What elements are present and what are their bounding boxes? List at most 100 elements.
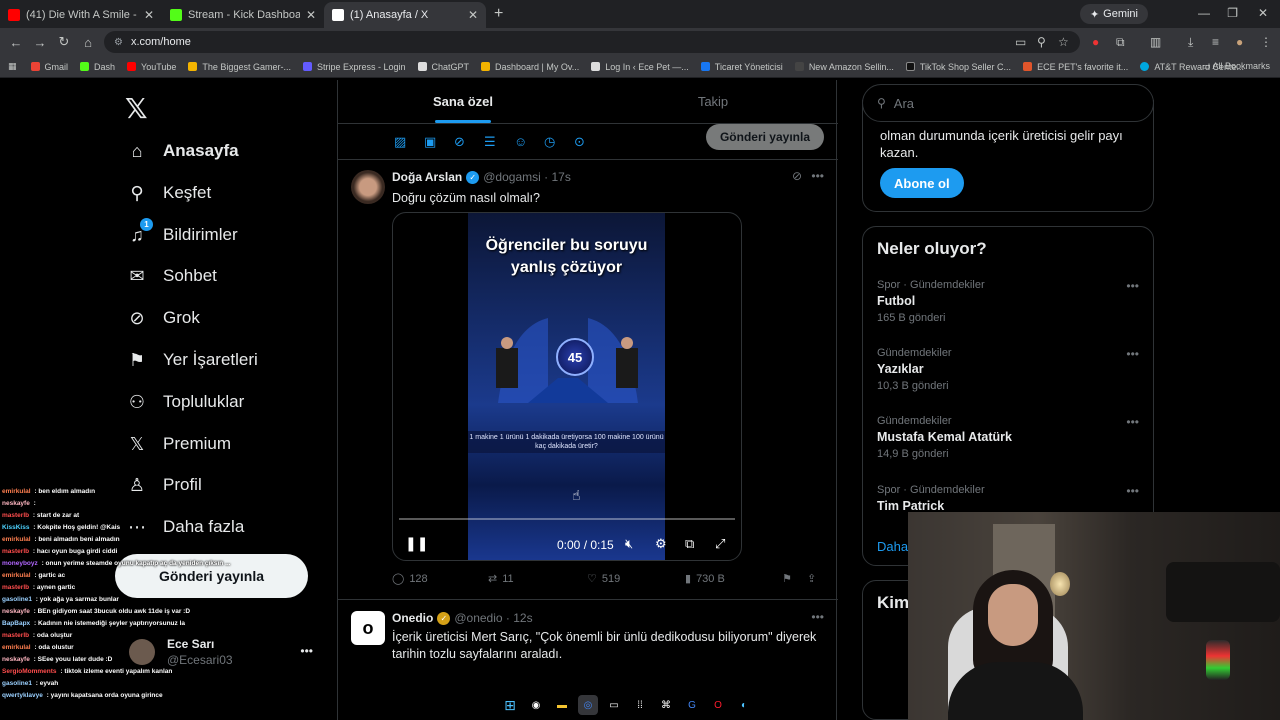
trend-item[interactable]: Gündemdekiler Mustafa Kemal Atatürk 14,9… — [877, 415, 1147, 460]
chat-username[interactable]: masterlb — [2, 512, 29, 519]
chat-username[interactable]: gasoline1 — [2, 596, 32, 603]
chat-username[interactable]: moneyboyz — [2, 560, 38, 567]
more-dots-icon[interactable]: ••• — [1126, 279, 1139, 293]
close-tab-icon[interactable]: ✕ — [306, 8, 316, 22]
subscribe-button[interactable]: Abone ol — [880, 168, 964, 198]
tab-for-you[interactable]: Sana özel — [338, 80, 588, 123]
bookmark-amazon[interactable]: New Amazon Sellin... — [794, 62, 894, 72]
back-icon[interactable]: ← — [4, 35, 28, 50]
browser-tab-youtube[interactable]: (41) Die With A Smile - Lady Ga ✕ — [0, 2, 162, 28]
bookmark-ecepet[interactable]: ECE PET's favorite it... — [1023, 62, 1128, 72]
zoom-icon[interactable]: ⚲ — [1037, 35, 1046, 49]
bookmark-ticaret[interactable]: Ticaret Yöneticisi — [700, 62, 783, 72]
views-button[interactable]: ▮ 730 B — [685, 572, 725, 586]
more-dots-icon[interactable]: ••• — [300, 644, 313, 658]
chat-username[interactable]: masterlb — [2, 584, 29, 591]
close-tab-icon[interactable]: ✕ — [144, 8, 154, 22]
file-explorer-icon[interactable]: ▬ — [552, 695, 572, 715]
schedule-icon[interactable]: ◷ — [544, 134, 555, 150]
bookmark-dash[interactable]: Dash — [80, 62, 115, 72]
chrome-icon[interactable]: ◎ — [578, 695, 598, 715]
nav-bookmarks[interactable]: ⚑ Yer İşaretleri — [125, 345, 258, 375]
like-button[interactable]: ♡ 519 — [587, 572, 620, 586]
share-icon[interactable]: ⇪ — [807, 572, 816, 585]
profile-avatar-icon[interactable]: ● — [1236, 35, 1243, 49]
bookmark-youtube[interactable]: YouTube — [127, 62, 176, 72]
google-icon[interactable]: G — [682, 695, 702, 715]
reply-button[interactable]: ◯ 128 — [392, 572, 428, 586]
browser-tab-x[interactable]: (1) Anasayfa / X ✕ — [324, 2, 486, 28]
capcut-icon[interactable]: ⌘ — [656, 695, 676, 715]
nav-communities[interactable]: ⚇ Topluluklar — [125, 387, 244, 417]
author-name[interactable]: Doğa Arslan — [392, 170, 462, 184]
star-bookmark-icon[interactable]: ☆ — [1058, 35, 1069, 49]
more-dots-icon[interactable]: ••• — [1126, 415, 1139, 429]
gemini-button[interactable]: ✦ Gemini — [1079, 4, 1148, 24]
chat-username[interactable]: emirkulal — [2, 488, 31, 495]
site-info-icon[interactable]: ⚙ — [114, 37, 123, 48]
grid-app-icon[interactable]: ⁞⁞ — [630, 695, 650, 715]
more-dots-icon[interactable]: ••• — [811, 610, 824, 624]
bookmark-tiktok[interactable]: TikTok Shop Seller C... — [905, 62, 1011, 72]
extensions-puzzle-icon[interactable]: ⧉ — [1116, 35, 1125, 50]
app-icon[interactable]: ▭ — [604, 695, 624, 715]
repost-button[interactable]: ⇄ 11 — [488, 572, 514, 586]
chat-username[interactable]: emirkulal — [2, 644, 31, 651]
close-tab-icon[interactable]: ✕ — [468, 8, 478, 22]
chat-username[interactable]: gasoline1 — [2, 680, 32, 687]
pause-icon[interactable]: ❚❚ — [405, 535, 428, 552]
side-panel-icon[interactable]: ▥ — [1150, 35, 1161, 49]
bookmark-gmail[interactable]: Gmail — [30, 62, 68, 72]
minimize-icon[interactable]: — — [1198, 6, 1210, 20]
chat-username[interactable]: SergioMomments — [2, 668, 57, 675]
messenger-icon[interactable]: ◐ — [734, 695, 754, 715]
bookmark-gamer[interactable]: The Biggest Gamer-... — [188, 62, 291, 72]
pip-icon[interactable]: ⧉ — [685, 536, 694, 552]
chat-username[interactable]: emirkulal — [2, 572, 31, 579]
show-more-link[interactable]: Daha — [877, 539, 908, 554]
author-handle[interactable]: @dogamsi — [483, 170, 541, 184]
download-icon[interactable]: ⤓ — [1188, 35, 1193, 50]
video-progress-bar[interactable] — [399, 518, 735, 520]
post[interactable]: Doğa Arslan ✓ @dogamsi · 17s ⊘ ••• Doğru… — [338, 160, 838, 600]
chat-username[interactable]: neskayfe — [2, 656, 30, 663]
emoji-icon[interactable]: ☺ — [514, 134, 527, 149]
more-dots-icon[interactable]: ••• — [1126, 347, 1139, 361]
location-icon[interactable]: ⊙ — [574, 134, 585, 150]
fullscreen-icon[interactable]: ⤢ — [715, 536, 725, 552]
nav-messages[interactable]: ✉ Sohbet — [125, 261, 216, 291]
trend-item[interactable]: Gündemdekiler Yazıklar 10,3 B gönderi ••… — [877, 347, 1147, 392]
chat-username[interactable]: BapBapx — [2, 620, 30, 627]
trend-item[interactable]: Spor · Gündemdekiler Futbol 165 B gönder… — [877, 279, 1147, 324]
more-dots-icon[interactable]: ••• — [1126, 484, 1139, 498]
menu-kebab-icon[interactable]: ⋮ — [1260, 35, 1272, 49]
image-icon[interactable]: ▨ — [394, 134, 406, 150]
windows-start-icon[interactable]: ⊞ — [500, 695, 520, 715]
nav-premium[interactable]: 𝕏 Premium — [125, 429, 231, 459]
compose-post-button[interactable]: Gönderi yayınla — [705, 124, 824, 150]
maximize-icon[interactable]: ❐ — [1227, 6, 1238, 20]
chat-username[interactable]: neskayfe — [2, 500, 30, 507]
browser-tab-kick[interactable]: Stream - Kick Dashboard ✕ — [162, 2, 324, 28]
install-app-icon[interactable]: ▭ — [1015, 35, 1026, 49]
x-logo-icon[interactable]: 𝕏 — [125, 92, 148, 125]
apps-grid-icon[interactable]: ▦ — [8, 61, 17, 72]
search-input[interactable]: ⚲ Ara — [862, 84, 1154, 122]
onedio-logo-icon[interactable]: o — [351, 611, 385, 645]
nav-explore[interactable]: ⚲ Keşfet — [125, 178, 211, 208]
bookmark-login[interactable]: Log In ‹ Ece Pet —... — [591, 62, 689, 72]
grok-icon[interactable]: ⊘ — [792, 169, 802, 183]
avatar[interactable] — [351, 170, 385, 204]
tab-following[interactable]: Takip — [588, 80, 838, 123]
address-bar[interactable]: ⚙ x.com/home — [104, 31, 1080, 53]
chat-username[interactable]: KissKiss — [2, 524, 29, 531]
author-name[interactable]: Onedio — [392, 611, 433, 625]
gif-icon[interactable]: ▣ — [424, 134, 436, 150]
poll-icon[interactable]: ☰ — [484, 134, 496, 150]
tab-search-icon[interactable]: ≡ — [1212, 35, 1219, 49]
mute-icon[interactable]: 🔇︎ — [625, 536, 633, 552]
nav-home[interactable]: ⌂ Anasayfa — [125, 136, 239, 166]
forward-icon[interactable]: → — [28, 35, 52, 50]
opera-icon[interactable]: O — [708, 695, 728, 715]
bookmark-chatgpt[interactable]: ChatGPT — [417, 62, 469, 72]
